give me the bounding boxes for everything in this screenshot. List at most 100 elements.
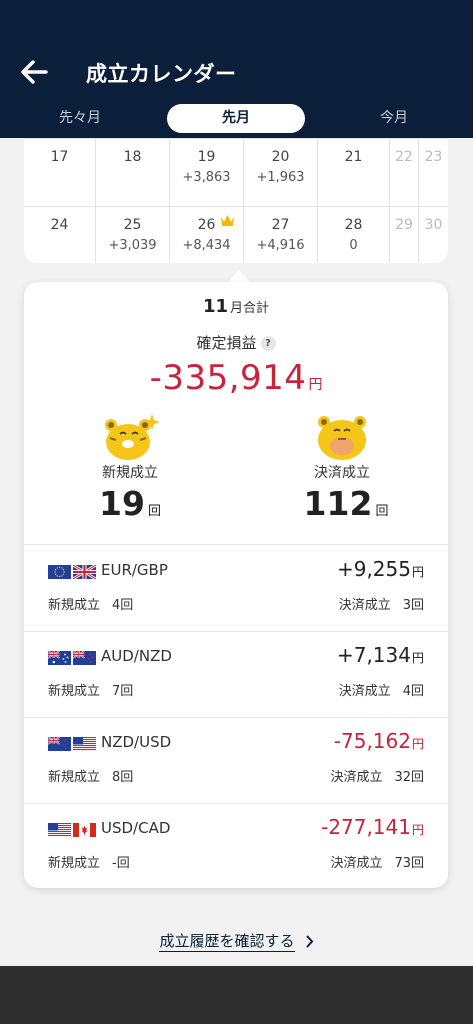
calendar-day-pl: +1,963 xyxy=(256,170,305,185)
calendar-day-pl: 0 xyxy=(349,238,358,253)
arrow-left-icon[interactable] xyxy=(16,54,52,90)
calendar-day-number: 17 xyxy=(50,149,69,165)
pair-new-orders: 新規成立 -回 xyxy=(48,852,130,871)
pair-new-count: 8回 xyxy=(112,770,134,785)
tab-this-month[interactable]: 今月 xyxy=(354,104,434,133)
calendar-day-cell[interactable]: 28 0 xyxy=(318,207,390,263)
flag-gb-icon xyxy=(73,565,96,579)
month-number: 11 xyxy=(202,296,229,317)
flag-eu-icon xyxy=(48,565,71,579)
calendar-day-cell[interactable]: 21 xyxy=(318,139,390,206)
calendar-day-number: 20 xyxy=(271,149,290,165)
pair-new-count: 4回 xyxy=(112,598,134,613)
tab-last-month[interactable]: 先月 xyxy=(167,104,305,133)
pair-pl: +7,134円 xyxy=(337,643,424,667)
realized-pl-label: 確定損益? xyxy=(24,332,448,353)
pair-new-count: -回 xyxy=(112,856,130,871)
page-title: 成立カレンダー xyxy=(86,62,237,86)
currency-pair-row[interactable]: EUR/GBP +9,255円 新規成立 4回 決済成立 3回 xyxy=(24,545,448,631)
calendar-week-row: 24 25 +3,039 26 +8,434 27 +4,916 28 0 29 30 xyxy=(24,207,448,263)
pair-close-count: 4回 xyxy=(402,684,424,699)
calendar-grid: 17 18 19 +3,863 20 +1,963 21 22 23 24 25 +3,039 26 +… xyxy=(24,138,448,263)
flag-ca-icon xyxy=(73,823,96,837)
calendar-day-pl: +8,434 xyxy=(182,238,231,253)
pair-close-orders: 決済成立 3回 xyxy=(339,594,424,613)
calendar-week-row: 17 18 19 +3,863 20 +1,963 21 22 23 xyxy=(24,138,448,207)
pair-close-count: 3回 xyxy=(402,598,424,613)
calendar-day-number: 27 xyxy=(271,217,290,233)
view-history-link[interactable]: 成立履歴を確認する xyxy=(0,930,473,952)
pair-name: USD/CAD xyxy=(101,819,171,837)
new-orders-count: 19 xyxy=(99,484,145,523)
help-icon[interactable]: ? xyxy=(260,336,276,351)
tab-two-months-ago[interactable]: 先々月 xyxy=(40,104,120,133)
monthly-summary-panel: 11 月合計 確定損益? -335,914 円 新規成立 19 回 決済成立 112 回 xyxy=(24,282,448,888)
pair-flags xyxy=(48,737,96,751)
calendar-day-cell[interactable]: 23 xyxy=(419,139,448,206)
tiger-piggybank-icon xyxy=(318,416,366,460)
pair-pl-unit: 円 xyxy=(411,737,424,751)
pair-pl-unit: 円 xyxy=(411,651,424,665)
pair-new-count: 7回 xyxy=(112,684,134,699)
pair-close-orders: 決済成立 73回 xyxy=(330,852,424,871)
pair-new-label: 新規成立 xyxy=(48,684,101,699)
pair-close-label: 決済成立 xyxy=(338,598,391,613)
pair-pl-number: -75,162 xyxy=(333,729,411,753)
calendar-day-number: 30 xyxy=(424,217,443,233)
currency-pair-row[interactable]: USD/CAD -277,141円新規成立 -回 決済成立 73回 xyxy=(24,803,448,889)
pair-close-label: 決済成立 xyxy=(330,770,383,785)
calendar-day-cell[interactable]: 19 +3,863 xyxy=(170,139,244,206)
pair-flags xyxy=(48,651,96,665)
calendar-day-number: 21 xyxy=(344,149,363,165)
currency-pair-row[interactable]: AUD/NZD +7,134円新規成立 7回 決済成立 4回 xyxy=(24,631,448,717)
calendar-day-number: 19 xyxy=(197,149,216,165)
calendar-day-cell[interactable]: 20 +1,963 xyxy=(244,139,318,206)
tiger-mascot-icon xyxy=(105,414,160,460)
calendar-day-pl: +3,863 xyxy=(182,170,231,185)
pair-pl-unit: 円 xyxy=(411,565,424,579)
pair-name: NZD/USD xyxy=(101,733,172,751)
pair-close-orders: 決済成立 32回 xyxy=(330,766,424,785)
new-orders-unit: 回 xyxy=(147,504,161,519)
calendar-day-cell[interactable]: 27 +4,916 xyxy=(244,207,318,263)
close-orders-unit: 回 xyxy=(375,504,389,519)
calendar-day-pl: +3,039 xyxy=(108,238,157,253)
close-orders-count: 112 xyxy=(303,484,373,523)
calendar-day-number: 29 xyxy=(395,217,413,233)
currency-pair-row[interactable]: NZD/USD -75,162円新規成立 8回 決済成立 32回 xyxy=(24,717,448,803)
pair-new-orders: 新規成立 7回 xyxy=(48,680,133,699)
pair-close-label: 決済成立 xyxy=(338,684,391,699)
calendar-day-pl: +4,916 xyxy=(256,238,305,253)
calendar-day-number: 23 xyxy=(424,149,443,165)
close-orders-label: 決済成立 xyxy=(314,465,370,481)
pair-pl-number: +7,134 xyxy=(336,643,411,667)
flag-nz-icon xyxy=(73,651,96,665)
pair-name: AUD/NZD xyxy=(101,647,172,665)
chevron-right-icon[interactable] xyxy=(305,935,314,948)
pair-pl-unit: 円 xyxy=(411,823,424,837)
calendar-day-cell[interactable]: 18 xyxy=(96,139,170,206)
pair-close-orders: 決済成立 4回 xyxy=(339,680,424,699)
calendar-day-cell[interactable]: 26 +8,434 xyxy=(170,207,244,263)
view-history-text[interactable]: 成立履歴を確認する xyxy=(159,932,295,952)
close-orders-value: 112 回 xyxy=(276,484,416,523)
realized-pl-unit: 円 xyxy=(308,377,323,393)
calendar-day-cell[interactable]: 25 +3,039 xyxy=(96,207,170,263)
bottom-bar xyxy=(0,966,473,1024)
month-total-heading: 11 月合計 xyxy=(24,296,448,317)
pair-flags xyxy=(48,565,96,579)
pair-new-label: 新規成立 xyxy=(48,770,101,785)
month-total-label: 月合計 xyxy=(230,301,270,316)
calendar-day-number: 18 xyxy=(123,149,142,165)
calendar-day-cell[interactable]: 29 xyxy=(390,207,419,263)
calendar-day-cell[interactable]: 30 xyxy=(419,207,448,263)
pair-new-label: 新規成立 xyxy=(48,856,101,871)
calendar-day-cell[interactable]: 24 xyxy=(24,207,96,263)
pair-pl: -75,162円 xyxy=(334,729,424,753)
calendar-day-cell[interactable]: 22 xyxy=(390,139,419,206)
pair-pl-number: -277,141 xyxy=(321,815,411,839)
crown-icon xyxy=(221,215,234,226)
new-orders-value: 19 回 xyxy=(60,484,200,523)
calendar-day-cell[interactable]: 17 xyxy=(24,139,96,206)
pair-pl-number: +9,255 xyxy=(336,557,411,581)
